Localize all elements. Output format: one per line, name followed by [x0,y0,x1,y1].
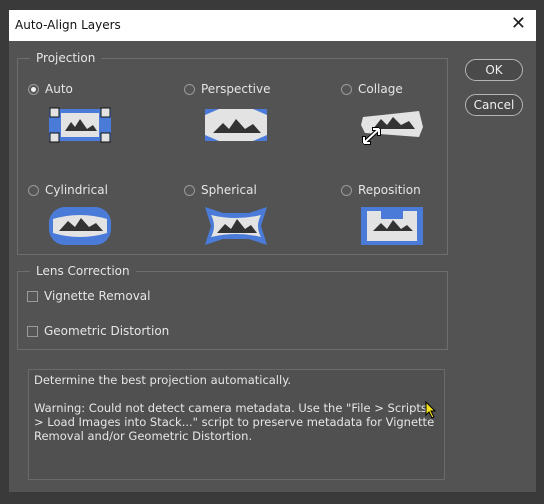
geometric-checkbox[interactable] [27,325,38,337]
spherical-projection-icon [205,207,267,245]
radio-cylindrical-label: Cylindrical [45,183,108,197]
radio-collage-label: Collage [358,82,403,96]
radio-perspective-dot[interactable] [184,83,195,95]
dialog-body: Projection Auto Perspective Collage Cyli… [9,41,536,492]
description-line: Determine the best projection automatica… [34,373,292,387]
radio-perspective-label: Perspective [201,82,271,96]
radio-reposition-dot[interactable] [341,184,352,196]
checkbox-vignette-removal[interactable]: Vignette Removal [27,289,151,303]
radio-perspective[interactable]: Perspective [184,82,271,96]
title-bar: Auto-Align Layers ✕ [9,10,536,41]
radio-reposition-label: Reposition [358,183,421,197]
projection-legend: Projection [36,51,96,65]
collage-projection-icon [361,111,423,145]
radio-spherical-label: Spherical [201,183,257,197]
radio-cylindrical[interactable]: Cylindrical [28,183,108,197]
radio-auto[interactable]: Auto [28,82,73,96]
reposition-projection-icon [361,207,423,245]
radio-collage-dot[interactable] [341,83,352,95]
checkbox-geometric-distortion[interactable]: Geometric Distortion [27,324,169,338]
radio-spherical-dot[interactable] [184,184,195,196]
lens-correction-legend: Lens Correction [36,264,130,278]
perspective-projection-icon [205,109,267,141]
vignette-label: Vignette Removal [44,289,151,303]
geometric-label: Geometric Distortion [44,324,170,338]
close-icon[interactable]: ✕ [511,14,526,34]
vignette-checkbox[interactable] [27,290,38,302]
radio-auto-dot[interactable] [28,83,39,95]
description-panel: Determine the best projection automatica… [28,369,445,480]
mouse-pointer-icon [425,401,437,419]
radio-auto-label: Auto [45,82,73,96]
radio-collage[interactable]: Collage [341,82,403,96]
radio-cylindrical-dot[interactable] [28,184,39,196]
auto-projection-icon [49,107,111,143]
ok-button[interactable]: OK [465,59,523,81]
radio-spherical[interactable]: Spherical [184,183,257,197]
cylindrical-projection-icon [49,207,111,245]
window-title: Auto-Align Layers [15,18,121,32]
description-warning: Warning: Could not detect camera metadat… [34,401,435,443]
cancel-button[interactable]: Cancel [465,94,523,116]
radio-reposition[interactable]: Reposition [341,183,421,197]
